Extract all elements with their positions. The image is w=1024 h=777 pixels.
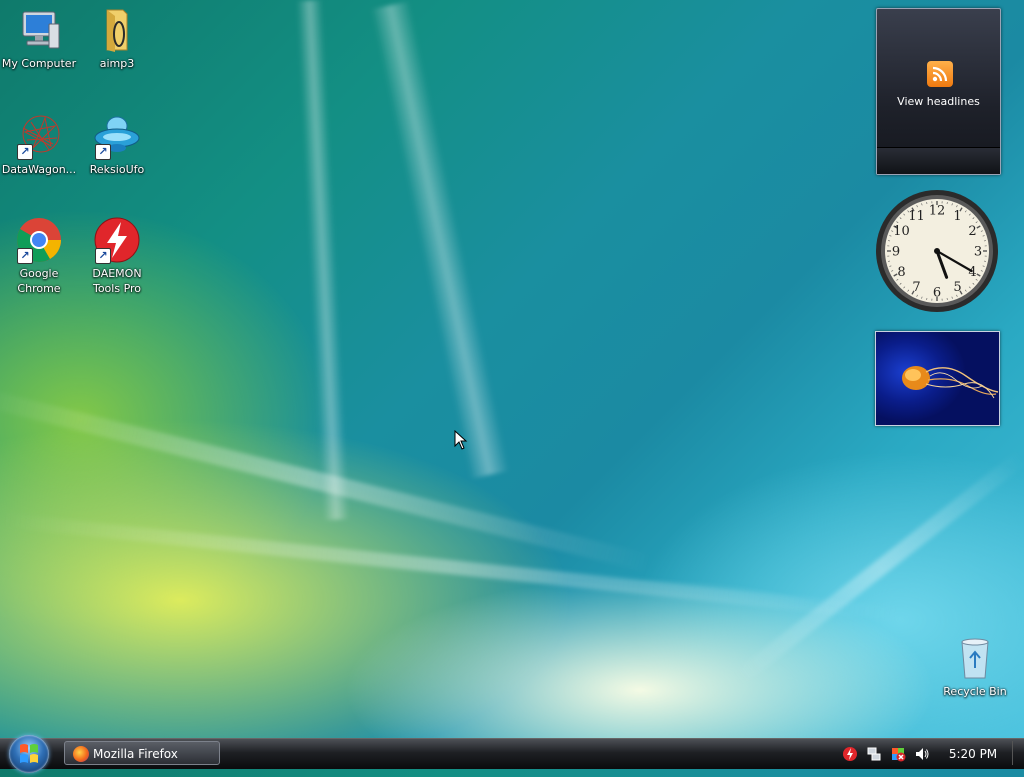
feed-gadget-footer xyxy=(877,147,1000,174)
jellyfish-image xyxy=(876,332,999,425)
show-desktop-button[interactable] xyxy=(1012,741,1023,765)
clock-gadget[interactable]: 12 12 3 45678 9 1011 xyxy=(874,188,1000,314)
feed-headlines-gadget[interactable]: View headlines xyxy=(876,8,1001,175)
clock-numeral: 4 xyxy=(968,265,976,280)
shortcut-arrow-icon: ↗ xyxy=(95,248,111,264)
mouse-cursor-icon xyxy=(454,430,468,454)
taskbar-clock[interactable]: 5:20 PM xyxy=(940,739,1006,769)
clock-numeral: 11 xyxy=(908,209,925,224)
datawagon-icon: ↗ xyxy=(15,112,63,160)
clock-numeral: 3 xyxy=(974,245,982,260)
desktop-icon-aimp3[interactable]: aimp3 xyxy=(78,6,156,71)
firefox-icon xyxy=(73,746,89,762)
folder-icon xyxy=(93,6,141,54)
clock-numeral: 1 xyxy=(953,209,961,224)
clock-numeral: 5 xyxy=(953,280,961,295)
slideshow-gadget[interactable] xyxy=(875,331,1000,426)
clock-numeral: 8 xyxy=(897,265,905,280)
volume-icon[interactable] xyxy=(914,746,930,762)
desktop-icon-label: Recycle Bin xyxy=(943,685,1006,698)
daemon-tools-icon: ↗ xyxy=(93,216,141,264)
clock-numeral: 9 xyxy=(892,245,900,260)
desktop-icon-label: aimp3 xyxy=(100,57,135,70)
wallpaper-streak xyxy=(0,386,652,573)
taskbar-button-firefox[interactable]: Mozilla Firefox xyxy=(64,741,220,765)
taskbar: Mozilla Firefox 5:20 PM xyxy=(0,738,1024,769)
clock-numeral: 6 xyxy=(933,286,941,301)
shortcut-arrow-icon: ↗ xyxy=(95,144,111,160)
windows-logo-icon xyxy=(9,735,49,773)
rss-icon xyxy=(927,61,953,87)
daemon-tools-icon[interactable] xyxy=(842,746,858,762)
clock-numeral: 10 xyxy=(893,224,910,239)
desktop-icon-my-computer[interactable]: My Computer xyxy=(0,6,78,71)
start-button[interactable] xyxy=(9,735,49,773)
chrome-icon: ↗ xyxy=(15,216,63,264)
wallpaper-streak xyxy=(296,0,349,520)
shortcut-arrow-icon: ↗ xyxy=(17,144,33,160)
desktop-icon-google-chrome[interactable]: ↗ Google Chrome xyxy=(0,216,78,296)
clock-numeral: 12 xyxy=(929,204,946,219)
wallpaper-streak xyxy=(371,1,510,479)
wallpaper-streak xyxy=(2,513,899,621)
security-alert-icon[interactable] xyxy=(890,746,906,762)
clock-numeral: 2 xyxy=(968,224,976,239)
clock-numeral: 7 xyxy=(912,280,920,295)
feed-caption[interactable]: View headlines xyxy=(877,95,1000,108)
analog-clock-face: 12 12 3 45678 9 1011 xyxy=(874,188,1000,314)
ufo-icon: ↗ xyxy=(93,112,141,160)
shortcut-arrow-icon: ↗ xyxy=(17,248,33,264)
desktop-icon-label: DAEMON Tools Pro xyxy=(92,267,141,295)
taskbar-button-label: Mozilla Firefox xyxy=(93,747,178,761)
desktop-icon-recycle-bin[interactable]: Recycle Bin xyxy=(936,634,1014,699)
desktop-icon-label: Google Chrome xyxy=(17,267,60,295)
desktop-icon-label: ReksioUfo xyxy=(90,163,144,176)
recycle-bin-icon xyxy=(951,634,999,682)
desktop-icon-label: DataWagon... xyxy=(2,163,76,176)
network-icon[interactable] xyxy=(866,746,882,762)
desktop-icon-reksioufo[interactable]: ↗ ReksioUfo xyxy=(78,112,156,177)
computer-icon xyxy=(15,6,63,54)
desktop-icon-label: My Computer xyxy=(2,57,76,70)
desktop-icon-daemon-tools[interactable]: ↗ DAEMON Tools Pro xyxy=(78,216,156,296)
desktop-icon-datawagon[interactable]: ↗ DataWagon... xyxy=(0,112,78,177)
